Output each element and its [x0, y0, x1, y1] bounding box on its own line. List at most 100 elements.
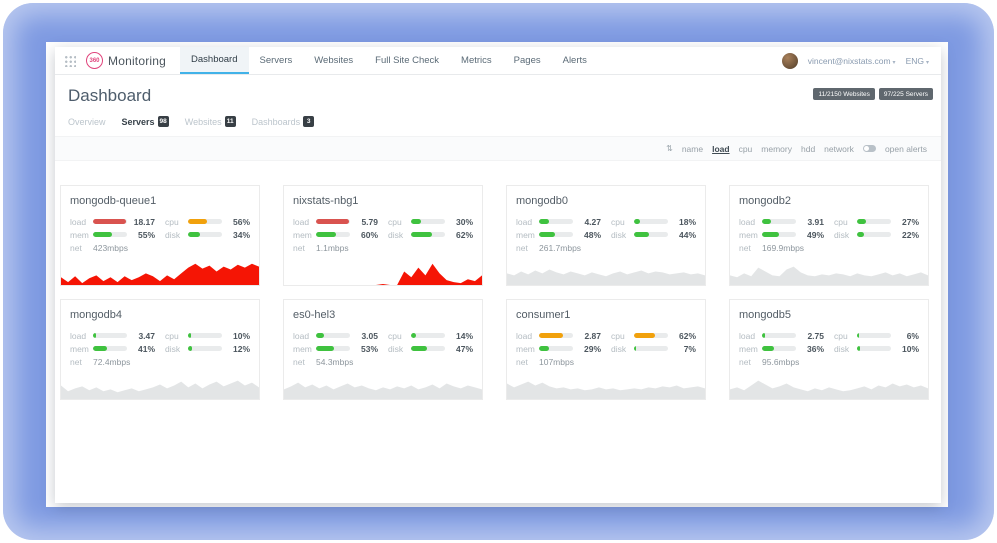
mem-metric: mem 60%	[293, 228, 378, 241]
cpu-label: cpu	[165, 217, 184, 227]
network-sparkline-chart	[730, 370, 928, 399]
cpu-bar-fill	[188, 219, 207, 224]
server-name: mongodb2	[730, 186, 928, 207]
sort-by-network[interactable]: network	[824, 144, 854, 154]
server-card[interactable]: nixstats-nbg1 load 5.79 mem 60% net 1.1m…	[283, 185, 483, 286]
net-metric: net 423mbps	[70, 241, 155, 254]
net-value: 1.1mbps	[316, 243, 349, 253]
language-selector[interactable]: ENG▾	[906, 56, 929, 66]
cpu-bar	[857, 333, 891, 338]
cpu-label: cpu	[388, 331, 407, 341]
net-label: net	[516, 243, 535, 253]
cpu-label: cpu	[165, 331, 184, 341]
server-name: mongodb-queue1	[61, 186, 259, 207]
metrics: load 3.47 mem 41% net 72.4mbps cpu	[61, 321, 259, 368]
net-metric: net 72.4mbps	[70, 355, 155, 368]
disk-bar	[411, 346, 445, 351]
disk-value: 22%	[895, 230, 919, 240]
subtab-label: Servers	[122, 117, 155, 127]
load-bar	[762, 219, 796, 224]
net-label: net	[516, 357, 535, 367]
mem-label: mem	[516, 230, 535, 240]
cpu-label: cpu	[388, 217, 407, 227]
cpu-label: cpu	[834, 217, 853, 227]
sort-by-load[interactable]: load	[712, 144, 729, 154]
disk-bar	[411, 232, 445, 237]
mem-label: mem	[293, 344, 312, 354]
disk-metric: disk 12%	[165, 342, 250, 355]
sort-by-name[interactable]: name	[682, 144, 703, 154]
server-card[interactable]: mongodb-queue1 load 18.17 mem 55% net 42…	[60, 185, 260, 286]
net-label: net	[70, 357, 89, 367]
user-menu[interactable]: vincent@nixstats.com▾	[808, 56, 896, 66]
metrics-right-column: cpu 6% disk 10%	[834, 329, 919, 368]
load-value: 3.91	[800, 217, 824, 227]
mem-bar	[93, 346, 127, 351]
open-alerts-label[interactable]: open alerts	[885, 144, 927, 154]
cpu-metric: cpu 6%	[834, 329, 919, 342]
network-sparkline-chart	[284, 256, 482, 285]
cpu-metric: cpu 30%	[388, 215, 473, 228]
mem-bar-fill	[762, 346, 774, 351]
server-card[interactable]: mongodb0 load 4.27 mem 48% net 261.7mbps	[506, 185, 706, 286]
logo-text: Monitoring	[108, 54, 166, 68]
load-label: load	[739, 331, 758, 341]
tab-servers[interactable]: Servers	[249, 47, 304, 74]
network-sparkline-chart	[507, 256, 705, 285]
cpu-bar	[188, 333, 222, 338]
subtab-websites[interactable]: Websites 11	[185, 116, 236, 127]
server-name: consumer1	[507, 300, 705, 321]
tab-websites[interactable]: Websites	[303, 47, 364, 74]
subtab-label: Websites	[185, 117, 222, 127]
tab-full-site-check[interactable]: Full Site Check	[364, 47, 450, 74]
sort-by-memory[interactable]: memory	[761, 144, 792, 154]
tab-alerts[interactable]: Alerts	[552, 47, 598, 74]
mem-bar	[316, 232, 350, 237]
disk-value: 10%	[895, 344, 919, 354]
server-card[interactable]: mongodb5 load 2.75 mem 36% net 95.6mbps	[729, 299, 929, 400]
logo[interactable]: 360 Monitoring	[82, 47, 180, 74]
net-value: 107mbps	[539, 357, 574, 367]
mem-bar-fill	[93, 346, 107, 351]
network-sparkline-chart	[61, 256, 259, 285]
disk-label: disk	[834, 230, 853, 240]
sort-by-cpu[interactable]: cpu	[739, 144, 753, 154]
nav-tabs: Dashboard Servers Websites Full Site Che…	[180, 47, 598, 74]
open-alerts-toggle-icon[interactable]	[863, 145, 876, 152]
subtab-servers[interactable]: Servers 98	[122, 116, 169, 127]
mem-bar-fill	[93, 232, 112, 237]
disk-bar	[188, 232, 222, 237]
server-card[interactable]: es0-hel3 load 3.05 mem 53% net 54.3mbps	[283, 299, 483, 400]
cpu-metric: cpu 14%	[388, 329, 473, 342]
tab-dashboard[interactable]: Dashboard	[180, 47, 248, 74]
user-avatar[interactable]	[782, 53, 798, 69]
mem-label: mem	[70, 344, 89, 354]
load-value: 3.05	[354, 331, 378, 341]
disk-metric: disk 44%	[611, 228, 696, 241]
server-card[interactable]: mongodb2 load 3.91 mem 49% net 169.9mbps	[729, 185, 929, 286]
load-label: load	[293, 331, 312, 341]
server-card[interactable]: consumer1 load 2.87 mem 29% net 107mbps	[506, 299, 706, 400]
sort-by-hdd[interactable]: hdd	[801, 144, 815, 154]
disk-value: 12%	[226, 344, 250, 354]
mem-value: 36%	[800, 344, 824, 354]
disk-bar	[634, 232, 668, 237]
server-card[interactable]: mongodb4 load 3.47 mem 41% net 72.4mbps	[60, 299, 260, 400]
sort-arrows-icon: ⇅	[666, 144, 673, 153]
subtab-overview[interactable]: Overview	[68, 117, 106, 127]
disk-bar-fill	[634, 346, 636, 351]
subtab-dashboards[interactable]: Dashboards 3	[252, 116, 315, 127]
app-launcher-icon[interactable]	[64, 55, 76, 67]
load-bar-fill	[539, 219, 549, 224]
mem-metric: mem 53%	[293, 342, 378, 355]
cpu-bar-fill	[411, 333, 416, 338]
load-metric: load 5.79	[293, 215, 378, 228]
cpu-value: 6%	[895, 331, 919, 341]
mem-bar	[316, 346, 350, 351]
tab-pages[interactable]: Pages	[503, 47, 552, 74]
load-value: 3.47	[131, 331, 155, 341]
tab-metrics[interactable]: Metrics	[450, 47, 503, 74]
metrics: load 5.79 mem 60% net 1.1mbps cpu	[284, 207, 482, 254]
mem-bar-fill	[539, 232, 555, 237]
mem-value: 55%	[131, 230, 155, 240]
